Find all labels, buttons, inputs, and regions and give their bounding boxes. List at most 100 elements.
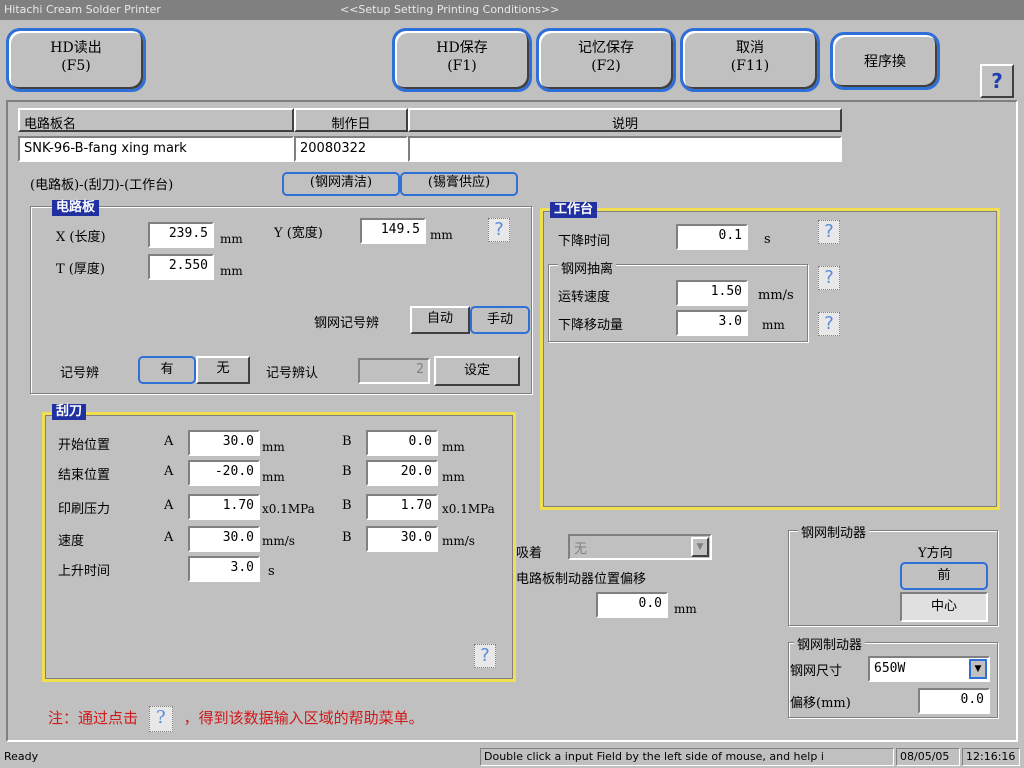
x-length-field[interactable]: 239.5 xyxy=(148,222,214,248)
board-stopper-offset-field[interactable]: 0.0 xyxy=(596,592,668,618)
stencil-size-value: 650W xyxy=(874,661,906,676)
table-group-title: 工作台 xyxy=(550,202,598,218)
squeegee-b-label: B xyxy=(342,434,352,449)
thickness-label: T (厚度) xyxy=(56,262,105,277)
squeegee-b-label: B xyxy=(342,530,352,545)
status-bar: Ready Double click a input Field by the … xyxy=(0,746,1024,768)
help-note-prefix: 注：通过点击 xyxy=(48,709,139,727)
rise-time-field[interactable]: 3.0 xyxy=(188,556,260,582)
front-button[interactable]: 前 xyxy=(900,562,988,590)
mark-auto-button[interactable]: 自动 xyxy=(410,306,470,334)
stencil-size-group-title: 钢网制动器 xyxy=(794,634,866,653)
squeegee-a-label: A xyxy=(164,530,174,545)
program-switch-button[interactable]: 程序換 xyxy=(830,32,940,90)
set-button[interactable]: 设定 xyxy=(434,356,520,386)
help-note-suffix: ，得到该数据输入区域的帮助菜单。 xyxy=(183,709,424,727)
hd-read-button[interactable]: HD读出 (F5) xyxy=(6,28,146,92)
end-position-a-field[interactable]: -20.0 xyxy=(188,460,260,486)
separation-title: 钢网抽离 xyxy=(558,258,617,277)
speed-a-unit: mm/s xyxy=(262,534,295,548)
squeegee-b-label: B xyxy=(342,464,352,479)
stencil-offset-field[interactable]: 0.0 xyxy=(918,688,990,714)
tab-stencil-clean[interactable]: (钢网清洁) xyxy=(282,172,400,196)
x-length-label: X (长度) xyxy=(56,230,106,245)
squeegee-a-label: A xyxy=(164,464,174,479)
stencil-offset-label: 偏移(mm) xyxy=(790,696,851,711)
squeegee-a-label: A xyxy=(164,498,174,513)
mark-manual-button[interactable]: 手动 xyxy=(470,306,530,334)
status-ready: Ready xyxy=(4,750,39,763)
app-title: Hitachi Cream Solder Printer xyxy=(4,3,161,16)
thickness-field[interactable]: 2.550 xyxy=(148,254,214,280)
down-time-label: 下降时间 xyxy=(558,234,611,249)
date-field[interactable]: 20080322 xyxy=(294,136,408,162)
y-direction-label: Y方向 xyxy=(918,546,953,561)
rise-time-label: 上升时间 xyxy=(58,564,111,579)
squeegee-row-label: 结束位置 xyxy=(58,468,111,483)
squeegee-row-label: 开始位置 xyxy=(58,438,111,453)
stencil-stopper-title: 钢网制动器 xyxy=(798,522,870,541)
down-move-help-icon[interactable]: ? xyxy=(818,312,840,336)
pressure-a-unit: x0.1MPa xyxy=(262,502,315,516)
date-header: 制作日 xyxy=(294,108,408,132)
down-move-field[interactable]: 3.0 xyxy=(676,310,748,336)
fiducial-no-button[interactable]: 无 xyxy=(196,356,250,384)
down-time-field[interactable]: 0.1 xyxy=(676,224,748,250)
cancel-button[interactable]: 取消 (F11) xyxy=(680,28,820,92)
squeegee-group-title: 刮刀 xyxy=(52,404,87,420)
fiducial-confirm-field: 2 xyxy=(358,358,430,384)
squeegee-help-icon[interactable]: ? xyxy=(474,644,496,668)
separation-speed-help-icon[interactable]: ? xyxy=(818,266,840,290)
thickness-unit: mm xyxy=(220,264,243,278)
start-position-b-field[interactable]: 0.0 xyxy=(366,430,438,456)
separation-speed-unit: mm/s xyxy=(758,288,794,303)
title-bar: Hitachi Cream Solder Printer <<Setup Set… xyxy=(0,0,1024,20)
board-help-icon[interactable]: ? xyxy=(488,218,510,242)
help-note: 注：通过点击 ? ，得到该数据输入区域的帮助菜单。 xyxy=(48,706,424,732)
down-move-unit: mm xyxy=(762,318,785,332)
squeegee-row-label: 速度 xyxy=(58,534,85,549)
pressure-b-unit: x0.1MPa xyxy=(442,502,495,516)
memory-save-button[interactable]: 记忆保存 (F2) xyxy=(536,28,676,92)
pressure-b-field[interactable]: 1.70 xyxy=(366,494,438,520)
board-name-header: 电路板名 xyxy=(18,108,294,132)
board-stopper-offset-unit: mm xyxy=(674,602,697,616)
stencil-size-select[interactable]: 650W ▼ xyxy=(868,656,990,682)
hd-save-button[interactable]: HD保存 (F1) xyxy=(392,28,532,92)
suction-select: 无 ▼ xyxy=(568,534,712,560)
status-date: 08/05/05 xyxy=(896,748,960,766)
down-time-help-icon[interactable]: ? xyxy=(818,220,840,244)
board-stopper-offset-label: 电路板制动器位置偏移 xyxy=(516,572,647,587)
tab-path-label: (电路板)-(刮刀)-(工作台) xyxy=(30,178,174,193)
description-header: 说明 xyxy=(408,108,842,132)
down-time-unit: s xyxy=(764,232,771,247)
start-position-b-unit: mm xyxy=(442,440,465,454)
squeegee-b-label: B xyxy=(342,498,352,513)
rise-time-unit: s xyxy=(268,564,275,579)
speed-b-field[interactable]: 30.0 xyxy=(366,526,438,552)
status-hint: Double click a input Field by the left s… xyxy=(480,748,894,766)
board-name-field[interactable]: SNK-96-B-fang xing mark xyxy=(18,136,294,162)
y-width-field[interactable]: 149.5 xyxy=(360,218,426,244)
chevron-down-icon: ▼ xyxy=(691,537,709,557)
chevron-down-icon[interactable]: ▼ xyxy=(969,659,987,679)
end-position-b-field[interactable]: 20.0 xyxy=(366,460,438,486)
table-group xyxy=(540,208,1000,510)
start-position-a-unit: mm xyxy=(262,440,285,454)
tab-paste-supply[interactable]: (锡膏供应) xyxy=(400,172,518,196)
center-button[interactable]: 中心 xyxy=(900,592,988,622)
start-position-a-field[interactable]: 30.0 xyxy=(188,430,260,456)
fiducial-yes-button[interactable]: 有 xyxy=(138,356,196,384)
pressure-a-field[interactable]: 1.70 xyxy=(188,494,260,520)
separation-speed-field[interactable]: 1.50 xyxy=(676,280,748,306)
speed-a-field[interactable]: 30.0 xyxy=(188,526,260,552)
status-time: 12:16:16 xyxy=(962,748,1020,766)
y-width-label: Y (宽度) xyxy=(274,226,323,241)
description-field[interactable] xyxy=(408,136,842,162)
fiducial-label: 记号辨 xyxy=(60,366,100,381)
end-position-a-unit: mm xyxy=(262,470,285,484)
help-icon[interactable]: ? xyxy=(980,64,1014,98)
squeegee-row-label: 印刷压力 xyxy=(58,502,111,517)
fiducial-confirm-label: 记号辨认 xyxy=(266,366,319,381)
suction-value: 无 xyxy=(574,542,588,557)
